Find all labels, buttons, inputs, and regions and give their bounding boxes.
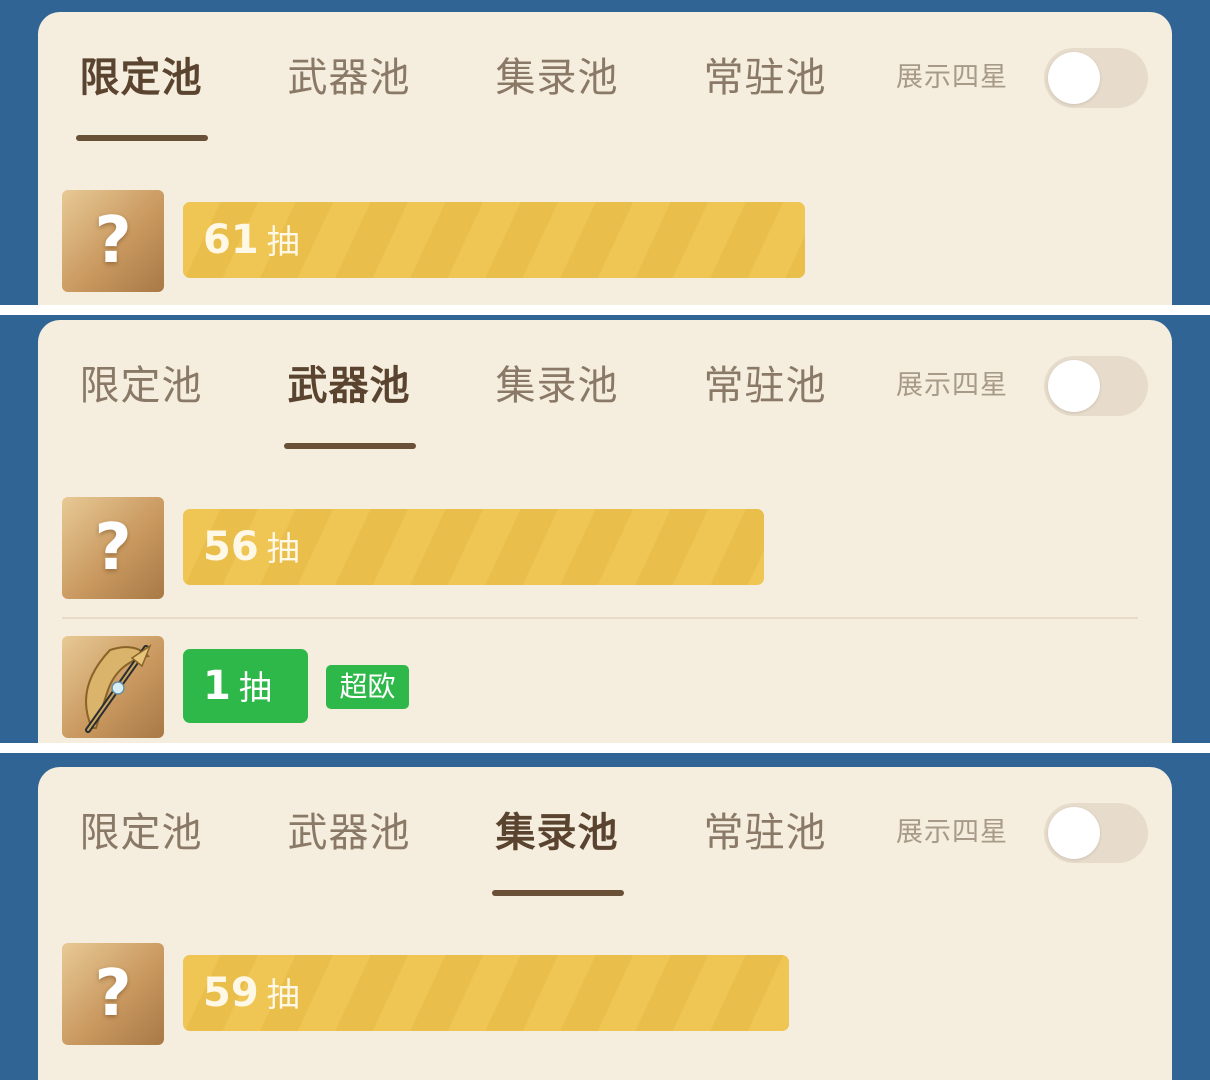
- pull-unit: 抽: [266, 975, 300, 1014]
- active-tab-indicator: [284, 443, 416, 449]
- pity-progress-bar: 56 抽: [183, 509, 764, 585]
- toggle-knob: [1048, 807, 1100, 859]
- record-divider: [62, 617, 1138, 619]
- tab-collection-pool[interactable]: 集录池: [482, 358, 632, 414]
- lucky-pull-bar: 1抽: [183, 649, 308, 723]
- screenshot-panel-3: 限定池 武器池 集录池 常驻池 展示四星 ? 59 抽: [0, 753, 1210, 1080]
- tab-collection-pool[interactable]: 集录池: [482, 805, 632, 861]
- unknown-weapon-icon: ?: [62, 497, 164, 599]
- pull-count-value: 61: [203, 217, 259, 263]
- screenshot-panel-1: 限定池 武器池 集录池 常驻池 展示四星 ? 61 抽: [0, 0, 1210, 305]
- show-four-star-label: 展示四星: [896, 62, 1008, 93]
- bow-weapon-art: [85, 644, 152, 733]
- pull-unit: 抽: [238, 668, 272, 707]
- pull-count: 1抽: [203, 649, 272, 723]
- pool-tabs: 限定池 武器池 集录池 常驻池: [38, 12, 868, 142]
- unknown-character-icon: ?: [62, 190, 164, 292]
- pull-count-value: 59: [203, 970, 259, 1016]
- tab-standard-pool[interactable]: 常驻池: [690, 50, 840, 106]
- pool-tabs: 限定池 武器池 集录池 常驻池: [38, 320, 868, 450]
- pull-count-value: 56: [203, 524, 259, 570]
- screenshot-panel-2: 限定池 武器池 集录池 常驻池 展示四星 ? 56 抽 1抽 超欧: [0, 315, 1210, 743]
- show-four-star-label: 展示四星: [896, 817, 1008, 848]
- gacha-record-card: 限定池 武器池 集录池 常驻池 展示四星 ? 56 抽 1抽 超欧: [38, 320, 1172, 743]
- tab-collection-pool[interactable]: 集录池: [482, 50, 632, 106]
- pool-tabs: 限定池 武器池 集录池 常驻池: [38, 767, 868, 897]
- tab-weapon-pool[interactable]: 武器池: [274, 50, 424, 106]
- tab-standard-pool[interactable]: 常驻池: [690, 805, 840, 861]
- active-tab-indicator: [492, 890, 624, 896]
- tab-weapon-pool[interactable]: 武器池: [274, 805, 424, 861]
- show-four-star-label: 展示四星: [896, 370, 1008, 401]
- pull-unit: 抽: [266, 529, 300, 568]
- pull-count: 59 抽: [203, 955, 300, 1031]
- pity-progress-bar: 61 抽: [183, 202, 805, 278]
- pity-progress-bar: 59 抽: [183, 955, 789, 1031]
- tab-limited-pool[interactable]: 限定池: [66, 805, 216, 861]
- tab-limited-pool[interactable]: 限定池: [66, 50, 216, 106]
- show-four-star-toggle[interactable]: [1044, 48, 1148, 108]
- pull-unit: 抽: [266, 222, 300, 261]
- pull-count-value: 1: [203, 663, 231, 709]
- tab-limited-pool[interactable]: 限定池: [66, 358, 216, 414]
- toggle-knob: [1048, 52, 1100, 104]
- question-mark-icon: ?: [94, 511, 132, 585]
- toggle-knob: [1048, 360, 1100, 412]
- question-mark-icon: ?: [94, 204, 132, 278]
- pull-count: 56 抽: [203, 509, 300, 585]
- unknown-character-icon: ?: [62, 943, 164, 1045]
- gacha-record-card: 限定池 武器池 集录池 常驻池 展示四星 ? 61 抽: [38, 12, 1172, 305]
- gacha-record-card: 限定池 武器池 集录池 常驻池 展示四星 ? 59 抽: [38, 767, 1172, 1080]
- show-four-star-toggle[interactable]: [1044, 803, 1148, 863]
- active-tab-indicator: [76, 135, 208, 141]
- pull-count: 61 抽: [203, 202, 300, 278]
- question-mark-icon: ?: [94, 957, 132, 1031]
- bow-weapon-icon: [62, 636, 164, 738]
- show-four-star-toggle[interactable]: [1044, 356, 1148, 416]
- tab-weapon-pool[interactable]: 武器池: [274, 358, 424, 414]
- tab-standard-pool[interactable]: 常驻池: [690, 358, 840, 414]
- lucky-badge: 超欧: [326, 665, 409, 709]
